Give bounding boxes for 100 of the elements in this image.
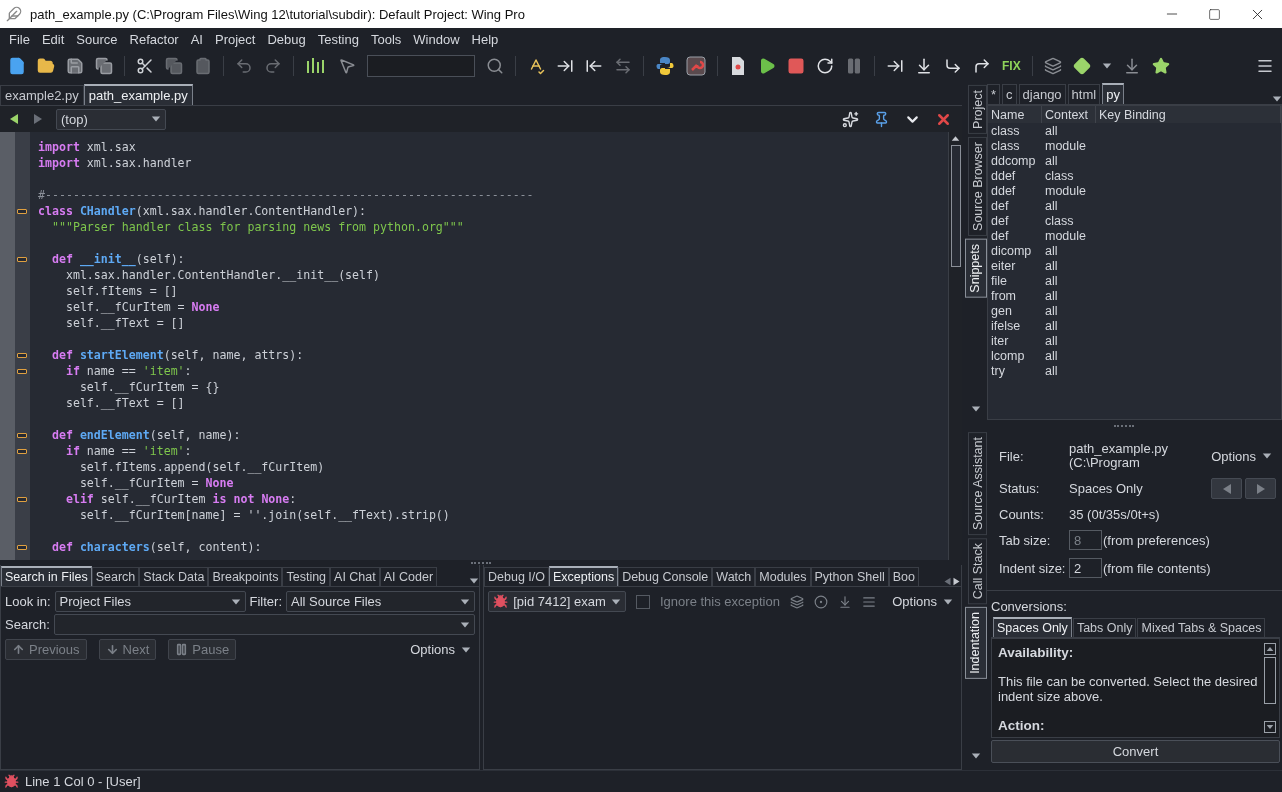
step-into-icon[interactable] <box>915 57 933 75</box>
menu-item[interactable]: AI <box>184 31 209 47</box>
layers-icon[interactable] <box>789 594 804 609</box>
step-return-icon[interactable] <box>973 57 991 75</box>
tab-menu-icon[interactable] <box>469 576 479 586</box>
fold-marker[interactable] <box>17 496 27 502</box>
menu-item[interactable]: Edit <box>35 31 71 47</box>
tab[interactable]: Search <box>91 567 140 586</box>
tab[interactable]: django <box>1018 84 1066 104</box>
scrollbar[interactable] <box>1263 643 1277 733</box>
tab[interactable]: Boo <box>888 567 919 586</box>
convert-button[interactable]: Convert <box>991 740 1280 763</box>
step-out-icon[interactable] <box>944 57 962 75</box>
panel-menu-icon[interactable] <box>971 404 981 414</box>
menu-item[interactable]: Project <box>209 31 262 47</box>
menu-item[interactable]: Tools <box>365 31 408 47</box>
side-tab[interactable]: Call Stack <box>968 538 987 605</box>
pointer-icon[interactable] <box>338 57 356 75</box>
menu-icon[interactable] <box>1256 57 1274 75</box>
maximize-icon[interactable] <box>1208 7 1221 21</box>
dedent-icon[interactable] <box>585 57 603 75</box>
restart-icon[interactable] <box>816 57 834 75</box>
search-icon[interactable] <box>486 57 504 75</box>
stack-up-icon[interactable] <box>1043 57 1062 75</box>
options-menu[interactable]: Options <box>410 642 475 657</box>
fix-button[interactable]: FIX <box>1002 59 1021 73</box>
copy-icon[interactable] <box>165 57 183 75</box>
filter-dropdown[interactable]: All Source Files <box>286 591 475 612</box>
tab[interactable]: html <box>1067 84 1101 104</box>
caret-icon[interactable] <box>1101 61 1112 71</box>
scrollbar-thumb[interactable] <box>950 145 961 267</box>
tab[interactable]: c <box>1002 84 1017 104</box>
tab[interactable]: Modules <box>755 567 811 586</box>
clipboard-icon[interactable] <box>194 57 212 75</box>
menu-item[interactable]: Testing <box>311 31 365 47</box>
scope-dropdown[interactable]: (top) <box>56 108 166 130</box>
search-field[interactable] <box>53 614 475 635</box>
tab[interactable]: Stack Data <box>139 567 209 586</box>
tab[interactable]: Breakpoints <box>208 567 283 586</box>
scrollbar-thumb[interactable] <box>1264 657 1276 704</box>
bars-icon[interactable] <box>305 56 327 76</box>
tab[interactable]: Spaces Only <box>993 617 1072 637</box>
file-tab[interactable]: path_example.py <box>83 84 193 105</box>
save-all-icon[interactable] <box>95 57 113 75</box>
tab[interactable]: AI Chat <box>330 567 380 586</box>
menu-item[interactable]: Help <box>465 31 505 47</box>
options-menu[interactable]: Options <box>1211 448 1276 464</box>
caret-icon[interactable] <box>151 114 161 124</box>
tab[interactable]: Testing <box>282 567 331 586</box>
splitter-grip[interactable] <box>1113 424 1134 427</box>
file-tab[interactable]: example2.py <box>0 85 84 105</box>
tab[interactable]: Debug Console <box>618 567 713 586</box>
fold-marker[interactable] <box>17 544 27 550</box>
wrench-icon[interactable] <box>686 56 706 76</box>
scroll-up-icon[interactable] <box>951 134 960 143</box>
fold-marker[interactable] <box>17 448 27 454</box>
play-icon[interactable] <box>758 57 776 75</box>
pin-icon[interactable] <box>873 110 890 128</box>
scroll-right-icon[interactable] <box>952 577 961 586</box>
toolbar-search-field[interactable] <box>367 55 475 77</box>
tab[interactable]: AI Coder <box>379 567 438 586</box>
options-menu[interactable]: Options <box>892 594 957 609</box>
previous-button[interactable] <box>1211 478 1242 499</box>
tab-menu-icon[interactable] <box>1272 94 1282 104</box>
sparkle-icon[interactable] <box>842 110 859 128</box>
step-over-icon[interactable] <box>886 57 904 75</box>
tab[interactable]: * <box>987 84 1001 104</box>
menu-item[interactable]: Refactor <box>123 31 185 47</box>
fold-marker[interactable] <box>17 256 27 262</box>
fold-marker[interactable] <box>17 208 27 214</box>
menu-item[interactable]: Window <box>407 31 466 47</box>
scroll-up-icon[interactable] <box>1266 645 1274 653</box>
scissors-icon[interactable] <box>136 57 154 75</box>
back-icon[interactable] <box>8 113 20 125</box>
menu-item[interactable]: Debug <box>261 31 312 47</box>
tab[interactable]: Python Shell <box>810 567 889 586</box>
indent-icon[interactable] <box>556 57 574 75</box>
folder-icon[interactable] <box>37 57 55 75</box>
undo-icon[interactable] <box>235 57 253 75</box>
process-dropdown[interactable]: [pid 7412] exam <box>488 591 626 612</box>
panel-menu-icon[interactable] <box>971 751 981 761</box>
tab[interactable]: Debug I/O <box>484 567 549 586</box>
redo-icon[interactable] <box>264 57 282 75</box>
circle-icon[interactable] <box>813 594 828 609</box>
caret-icon[interactable] <box>1262 451 1272 461</box>
swap-icon[interactable] <box>614 57 632 75</box>
tab[interactable]: Exceptions <box>549 566 619 586</box>
fold-marker[interactable] <box>17 368 27 374</box>
tab[interactable]: py <box>1102 83 1124 104</box>
side-tab[interactable]: Source Assistant <box>968 432 987 536</box>
diamond-icon[interactable] <box>1072 57 1091 75</box>
forward-icon[interactable] <box>32 113 44 125</box>
download-icon[interactable] <box>837 594 852 609</box>
next-button[interactable] <box>1245 478 1276 499</box>
splitter-grip[interactable] <box>471 561 491 564</box>
lines-icon[interactable] <box>861 594 876 609</box>
new-file-icon[interactable] <box>8 57 26 75</box>
scroll-down-icon[interactable] <box>1266 723 1274 731</box>
menu-item[interactable]: File <box>3 31 36 47</box>
column-header[interactable]: Name <box>988 106 1042 123</box>
